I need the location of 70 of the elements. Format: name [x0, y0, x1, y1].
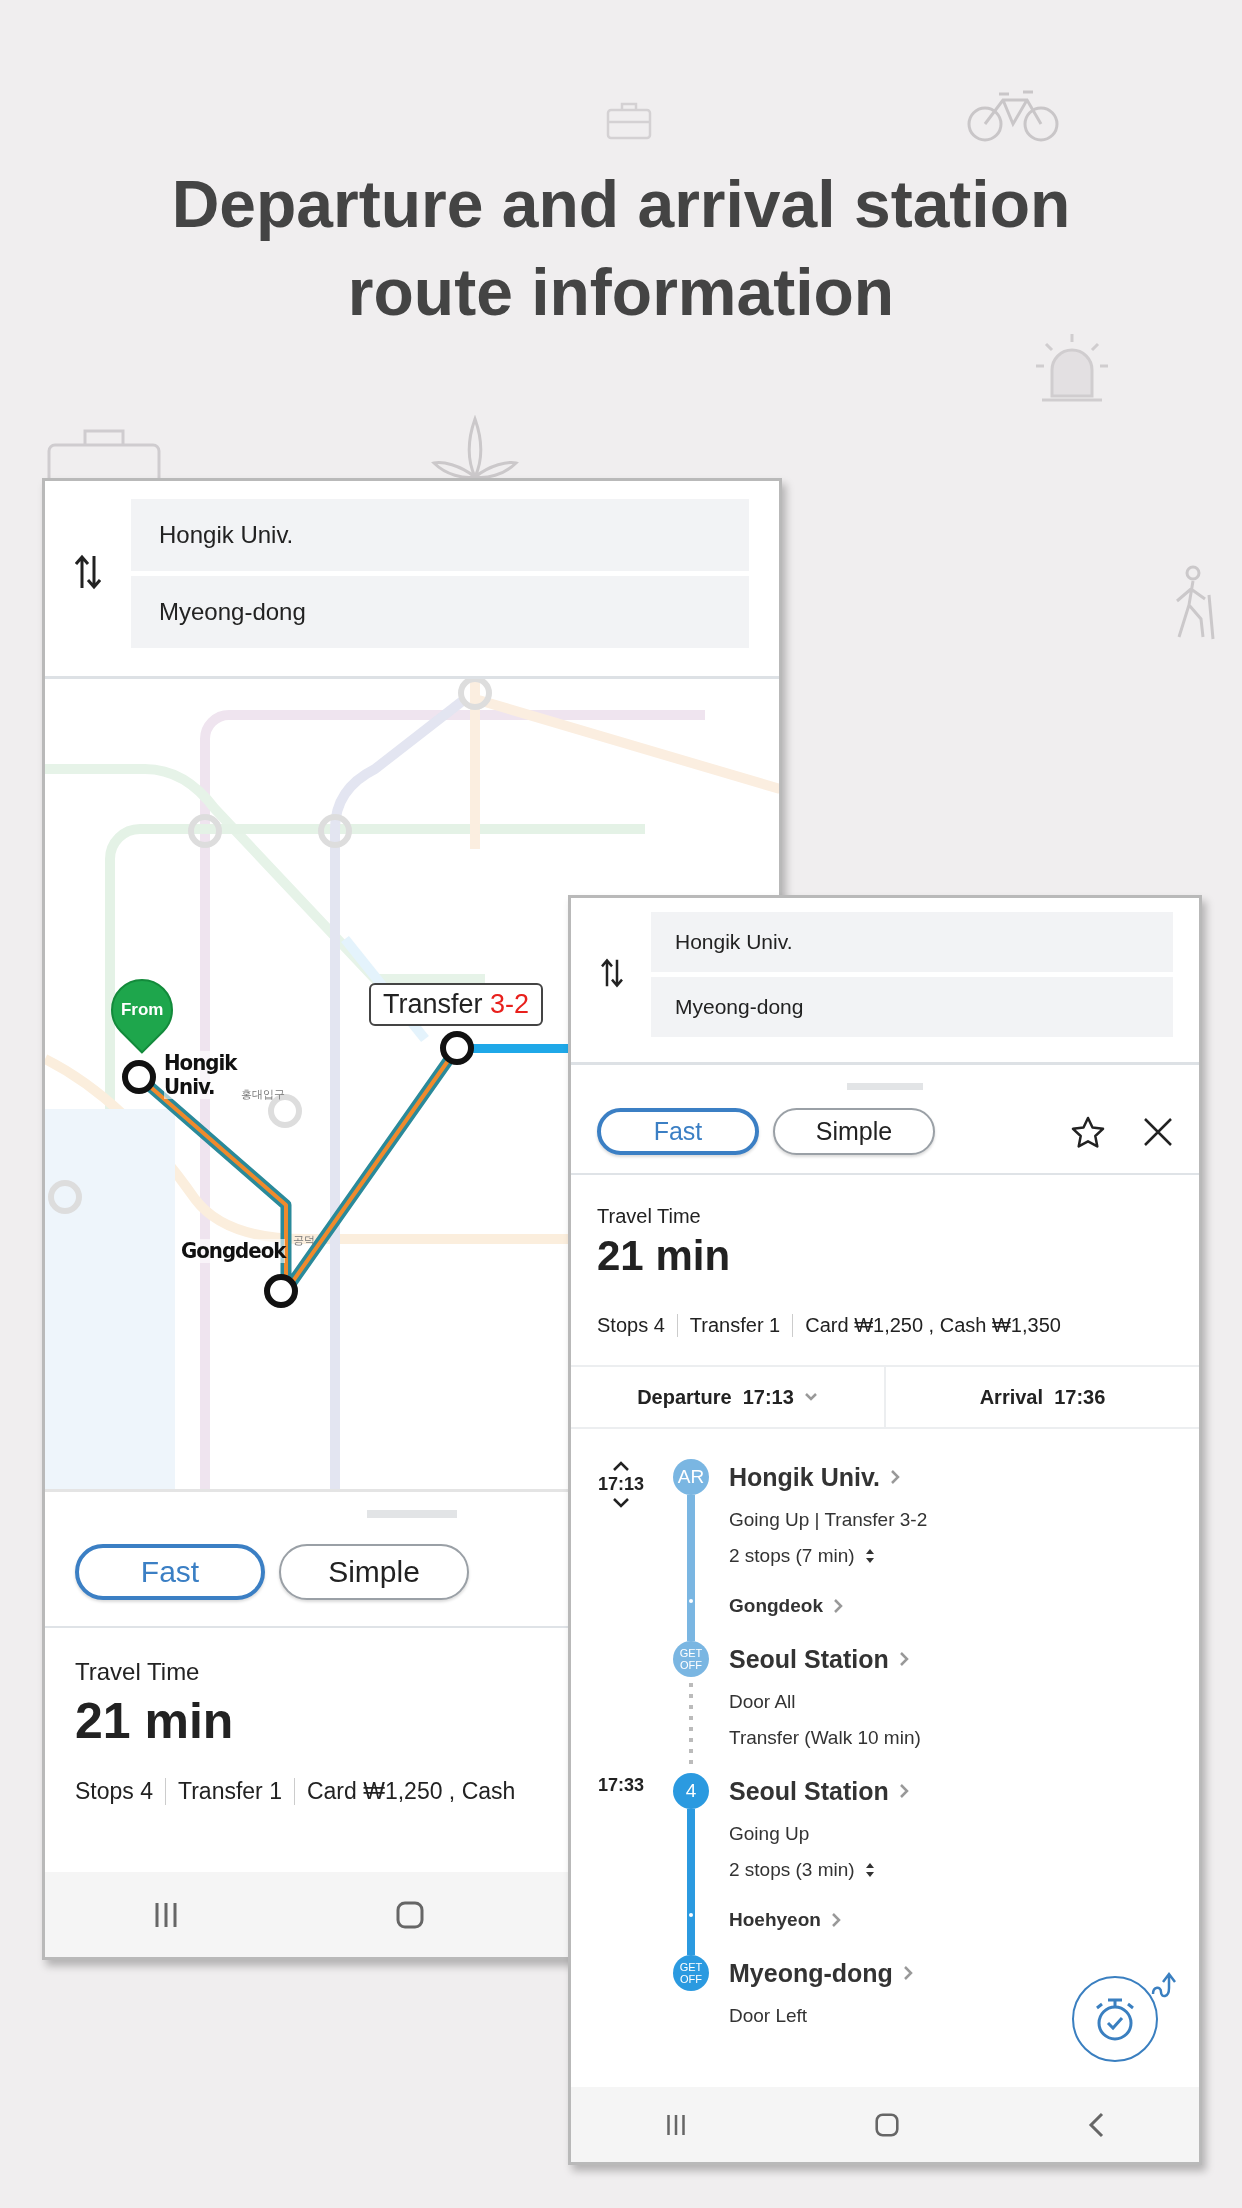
home-icon[interactable] — [396, 1900, 424, 1929]
origin-field[interactable]: Hongik Univ. — [131, 499, 749, 571]
arrival-time: Arrival 17:36 — [884, 1367, 1199, 1427]
briefcase-icon — [606, 100, 652, 140]
stopwatch-icon — [1093, 1996, 1137, 2042]
headline: Departure and arrival station route information — [170, 166, 1072, 331]
travel-time: 21 min — [597, 1232, 731, 1280]
route-tab[interactable]: Simple — [773, 1108, 935, 1155]
route-stat: Stops 4 — [597, 1314, 665, 1337]
chevron-right-icon — [889, 1469, 900, 1485]
get-off-badge: GET OFF — [673, 1955, 709, 1991]
travel-time-label: Travel Time — [597, 1205, 701, 1228]
chevron-down-icon — [803, 1392, 818, 1402]
recent-apps-icon[interactable] — [665, 2112, 686, 2137]
route-tab[interactable]: Simple — [279, 1544, 469, 1600]
station-name[interactable]: Seoul Station — [729, 1773, 909, 1809]
station-local-label: 홍대입구 — [241, 1087, 285, 1102]
chevron-down-icon[interactable] — [612, 1497, 630, 1508]
swap-icon[interactable] — [601, 958, 623, 988]
station-label: Hongik Univ. — [164, 1051, 237, 1099]
home-icon[interactable] — [875, 2112, 899, 2137]
station-name[interactable]: Myeong-dong — [729, 1955, 913, 1991]
route-tab[interactable]: Fast — [597, 1108, 759, 1155]
flower-icon — [430, 415, 520, 479]
travel-time-label: Travel Time — [75, 1658, 200, 1686]
departure-time-selector[interactable]: Departure 17:13 — [571, 1367, 884, 1427]
drag-handle[interactable] — [847, 1083, 923, 1090]
destination-field[interactable]: Myeong-dong — [131, 576, 749, 648]
leg-time: 17:33 — [597, 1775, 644, 1796]
station-name[interactable]: Seoul Station — [729, 1641, 921, 1677]
sort-icon — [864, 1548, 875, 1564]
station-name[interactable]: Hongik Univ. — [729, 1459, 928, 1495]
line-badge: 4 — [673, 1773, 709, 1809]
route-stat: Transfer 1 — [676, 1314, 781, 1337]
route-stat: Card ₩1,250 , Cash ₩1,350 — [792, 1314, 1061, 1337]
chevron-right-icon — [832, 1598, 843, 1614]
stops-toggle[interactable]: 2 stops (7 min) — [729, 1545, 928, 1567]
chevron-up-icon[interactable] — [612, 1461, 630, 1472]
route-stat: Stops 4 — [75, 1778, 153, 1805]
leg-detail: Door Left — [729, 2005, 809, 2027]
swap-icon[interactable] — [75, 554, 101, 590]
back-icon[interactable] — [1088, 2111, 1105, 2138]
drag-handle[interactable] — [367, 1510, 457, 1518]
leg-detail: Going Up | Transfer 3-2 — [729, 1509, 928, 1531]
via-station[interactable]: Gongdeok — [729, 1595, 928, 1617]
line-badge: AR — [673, 1459, 709, 1495]
bicycle-icon — [965, 88, 1061, 144]
station-local-label: 공덕 — [293, 1233, 315, 1248]
origin-field[interactable]: Hongik Univ. — [651, 912, 1173, 972]
recent-apps-icon[interactable] — [154, 1900, 178, 1929]
destination-field[interactable]: Myeong-dong — [651, 977, 1173, 1037]
route-stat: Card ₩1,250 , Cash — [293, 1778, 516, 1805]
leg-time: 17:13 — [597, 1474, 644, 1495]
route-stat: Transfer 1 — [165, 1778, 282, 1805]
get-off-badge: GET OFF — [673, 1641, 709, 1677]
stops-toggle[interactable]: 2 stops (3 min) — [729, 1859, 909, 1881]
close-icon[interactable] — [1143, 1116, 1173, 1147]
chevron-right-icon — [902, 1965, 913, 1981]
leg-detail: Going Up — [729, 1823, 811, 1845]
transfer-note: Transfer (Walk 10 min) — [729, 1727, 921, 1749]
chevron-right-icon — [898, 1651, 909, 1667]
chevron-right-icon — [830, 1912, 841, 1928]
favorite-star-icon[interactable] — [1071, 1115, 1105, 1148]
via-station[interactable]: Hoehyeon — [729, 1909, 909, 1931]
transfer-callout: Transfer 3-2 — [369, 983, 544, 1026]
travel-time: 21 min — [75, 1692, 234, 1750]
sort-icon — [864, 1862, 875, 1878]
route-tab[interactable]: Fast — [75, 1544, 265, 1600]
leg-detail: Door All — [729, 1691, 797, 1713]
chevron-right-icon — [898, 1783, 909, 1799]
